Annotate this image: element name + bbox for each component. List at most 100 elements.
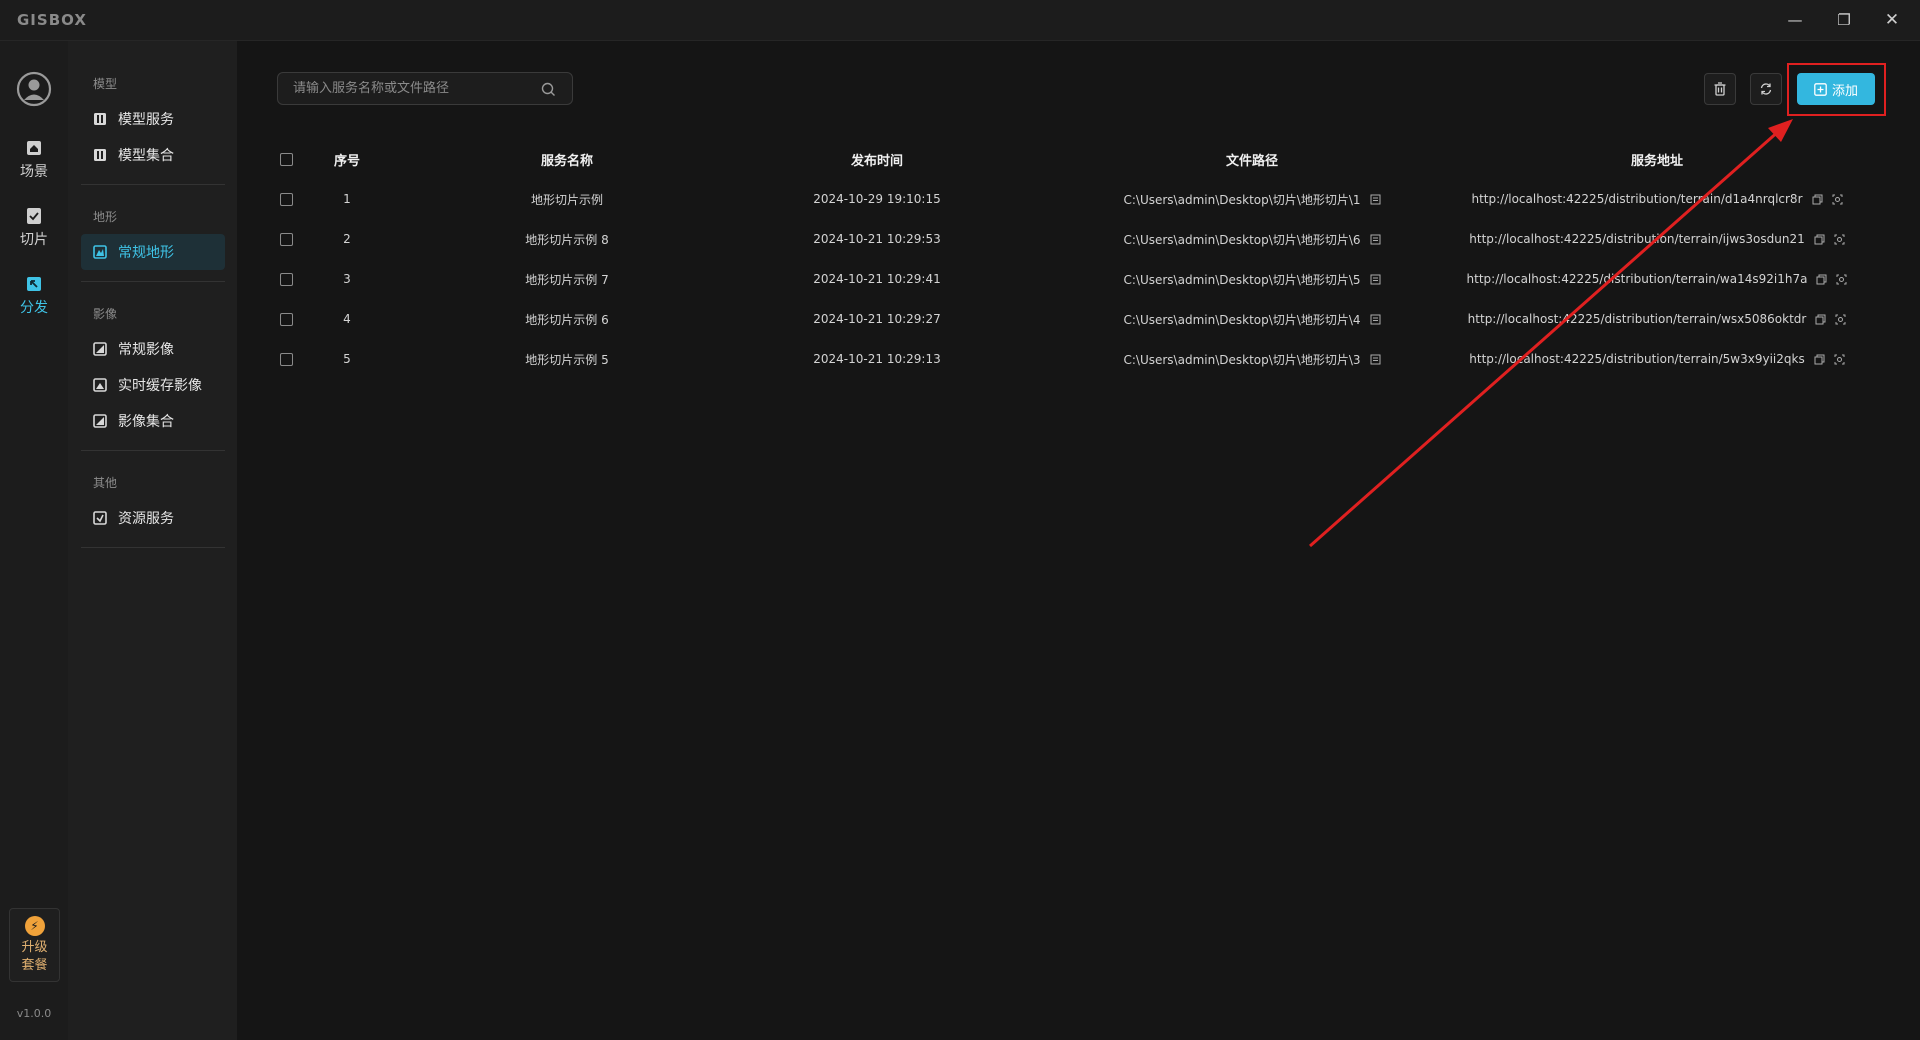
lightning-icon: ⚡ bbox=[24, 916, 45, 936]
minimize-icon: — bbox=[1787, 11, 1803, 29]
row-checkbox[interactable] bbox=[279, 312, 293, 326]
nav-item-model-collection[interactable]: 模型集合 bbox=[81, 137, 225, 173]
rail-label-scene: 场景 bbox=[20, 164, 48, 180]
open-folder-icon[interactable] bbox=[1370, 314, 1381, 325]
divider bbox=[81, 547, 225, 548]
table-row: 4 地形切片示例 6 2024-10-21 10:29:27 C:\Users\… bbox=[277, 299, 1897, 339]
main-content: 添加 序号 服务名称 发布时间 文件路径 服务地址 1 地形切片示例 2024-… bbox=[237, 41, 1920, 1040]
row-checkbox[interactable] bbox=[279, 272, 293, 286]
row-service-url: http://localhost:42225/distribution/terr… bbox=[1466, 272, 1808, 286]
model-collection-icon bbox=[94, 149, 106, 161]
nav-item-realtime-cache-imagery[interactable]: 实时缓存影像 bbox=[81, 367, 225, 403]
section-title-terrain: 地形 bbox=[93, 210, 118, 224]
header-file-path: 文件路径 bbox=[1225, 153, 1278, 169]
rail-item-scene[interactable]: 场景 bbox=[0, 139, 68, 191]
nav-item-model-service[interactable]: 模型服务 bbox=[81, 101, 225, 137]
image-icon bbox=[93, 342, 107, 356]
services-table: 序号 服务名称 发布时间 文件路径 服务地址 1 地形切片示例 2024-10-… bbox=[277, 139, 1897, 379]
table-row: 3 地形切片示例 7 2024-10-21 10:29:41 C:\Users\… bbox=[277, 259, 1897, 299]
restore-icon: ❐ bbox=[1837, 11, 1851, 29]
copy-icon[interactable] bbox=[1814, 234, 1825, 245]
open-folder-icon[interactable] bbox=[1370, 234, 1381, 245]
qr-preview-icon[interactable] bbox=[1836, 274, 1847, 285]
nav-label: 常规地形 bbox=[118, 245, 174, 261]
nav-item-resource-service[interactable]: 资源服务 bbox=[81, 500, 225, 536]
nav-item-regular-imagery[interactable]: 常规影像 bbox=[81, 331, 225, 367]
row-index: 5 bbox=[343, 352, 351, 366]
nav-item-imagery-collection[interactable]: 影像集合 bbox=[81, 403, 225, 439]
header-publish-time: 发布时间 bbox=[850, 153, 903, 169]
header-service-url: 服务地址 bbox=[1630, 153, 1683, 169]
row-index: 3 bbox=[343, 272, 351, 286]
table-row: 2 地形切片示例 8 2024-10-21 10:29:53 C:\Users\… bbox=[277, 219, 1897, 259]
row-checkbox[interactable] bbox=[279, 192, 293, 206]
row-file-path: C:\Users\admin\Desktop\切片\地形切片\6 bbox=[1123, 232, 1361, 247]
search-input[interactable] bbox=[293, 81, 533, 96]
row-checkbox[interactable] bbox=[279, 232, 293, 246]
nav-item-regular-terrain[interactable]: 常规地形 bbox=[81, 234, 225, 270]
table-row: 1 地形切片示例 2024-10-29 19:10:15 C:\Users\ad… bbox=[277, 179, 1897, 219]
sub-navigation: 模型 模型服务 模型集合 地形 常规地形 影像 常规影像 实时缓存影像 影像集合… bbox=[68, 41, 237, 1040]
app-logo: GISBOX bbox=[17, 11, 87, 29]
row-index: 4 bbox=[343, 312, 351, 326]
row-service-name: 地形切片示例 5 bbox=[525, 352, 609, 367]
trash-icon bbox=[1714, 82, 1726, 96]
row-publish-time: 2024-10-21 10:29:41 bbox=[813, 272, 941, 286]
nav-label: 影像集合 bbox=[118, 414, 174, 430]
copy-icon[interactable] bbox=[1816, 274, 1827, 285]
upgrade-plan-button[interactable]: ⚡ 升级套餐 bbox=[9, 908, 60, 982]
row-publish-time: 2024-10-21 10:29:13 bbox=[813, 352, 941, 366]
row-checkbox[interactable] bbox=[279, 352, 293, 366]
copy-icon[interactable] bbox=[1812, 194, 1823, 205]
divider bbox=[81, 450, 225, 451]
upgrade-label: 升级套餐 bbox=[21, 940, 48, 973]
open-folder-icon[interactable] bbox=[1370, 354, 1381, 365]
row-service-url: http://localhost:42225/distribution/terr… bbox=[1471, 192, 1803, 206]
copy-icon[interactable] bbox=[1814, 354, 1825, 365]
row-service-url: http://localhost:42225/distribution/terr… bbox=[1469, 232, 1805, 246]
qr-preview-icon[interactable] bbox=[1834, 354, 1845, 365]
row-index: 2 bbox=[343, 232, 351, 246]
row-service-name: 地形切片示例 8 bbox=[525, 232, 609, 247]
image-cache-icon bbox=[93, 378, 107, 392]
divider bbox=[81, 281, 225, 282]
slice-icon bbox=[27, 208, 41, 224]
qr-preview-icon[interactable] bbox=[1832, 194, 1843, 205]
minimize-button[interactable]: — bbox=[1771, 4, 1819, 36]
section-title-imagery: 影像 bbox=[93, 307, 118, 321]
search-box bbox=[277, 72, 573, 105]
close-button[interactable]: ✕ bbox=[1868, 4, 1916, 36]
row-publish-time: 2024-10-29 19:10:15 bbox=[813, 192, 941, 206]
qr-preview-icon[interactable] bbox=[1835, 314, 1846, 325]
resource-icon bbox=[93, 511, 107, 525]
row-service-url: http://localhost:42225/distribution/terr… bbox=[1467, 312, 1807, 326]
nav-label: 模型集合 bbox=[118, 148, 174, 164]
maximize-button[interactable]: ❐ bbox=[1820, 4, 1868, 36]
row-service-url: http://localhost:42225/distribution/terr… bbox=[1469, 352, 1805, 366]
rail-item-slice[interactable]: 切片 bbox=[0, 207, 68, 259]
row-file-path: C:\Users\admin\Desktop\切片\地形切片\5 bbox=[1123, 272, 1361, 287]
row-service-name: 地形切片示例 bbox=[530, 192, 603, 207]
open-folder-icon[interactable] bbox=[1370, 274, 1381, 285]
nav-label: 常规影像 bbox=[118, 342, 174, 358]
annotation-highlight-box bbox=[1787, 63, 1886, 116]
row-file-path: C:\Users\admin\Desktop\切片\地形切片\3 bbox=[1123, 352, 1361, 367]
open-folder-icon[interactable] bbox=[1370, 194, 1381, 205]
row-service-name: 地形切片示例 6 bbox=[525, 312, 609, 327]
rail-item-distribute[interactable]: 分发 bbox=[0, 275, 68, 327]
copy-icon[interactable] bbox=[1815, 314, 1826, 325]
nav-label: 模型服务 bbox=[118, 112, 174, 128]
row-index: 1 bbox=[343, 192, 351, 206]
nav-label: 实时缓存影像 bbox=[118, 378, 202, 394]
title-bar: GISBOX — ❐ ✕ bbox=[0, 0, 1920, 41]
version-label: v1.0.0 bbox=[16, 1007, 52, 1020]
user-avatar-icon[interactable] bbox=[16, 71, 52, 107]
rail-label-distribute: 分发 bbox=[20, 300, 48, 316]
search-icon[interactable] bbox=[541, 82, 556, 97]
row-publish-time: 2024-10-21 10:29:27 bbox=[813, 312, 941, 326]
select-all-checkbox[interactable] bbox=[279, 152, 293, 166]
row-publish-time: 2024-10-21 10:29:53 bbox=[813, 232, 941, 246]
refresh-button[interactable] bbox=[1750, 73, 1782, 105]
qr-preview-icon[interactable] bbox=[1834, 234, 1845, 245]
delete-button[interactable] bbox=[1704, 73, 1736, 105]
